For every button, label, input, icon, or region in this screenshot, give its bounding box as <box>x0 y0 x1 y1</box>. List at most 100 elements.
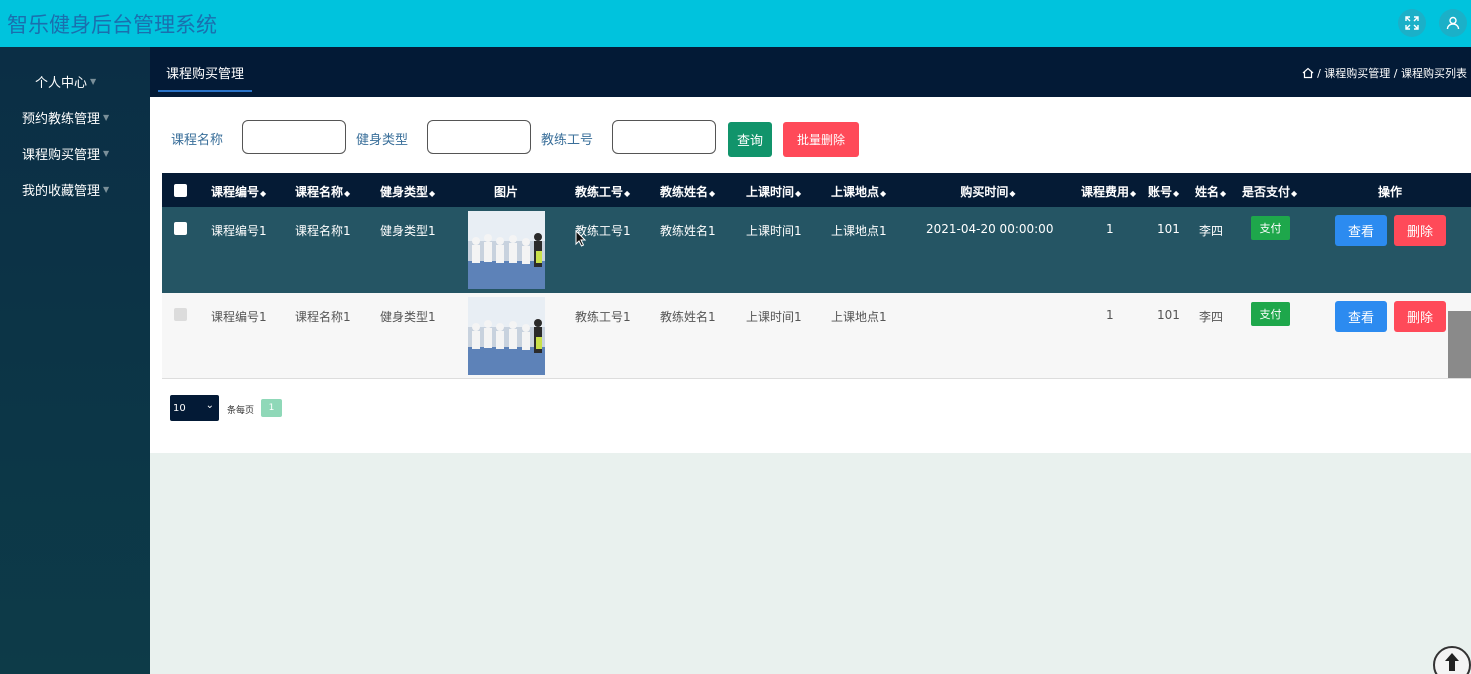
chevron-down-icon: ▼ <box>103 112 110 122</box>
sort-icon: ◆ <box>429 189 436 198</box>
chevron-down-icon: ▼ <box>103 148 110 158</box>
status-badge-paid: 支付 <box>1251 302 1290 326</box>
sidebar-item-label: 我的收藏管理 <box>22 183 101 199</box>
table-header: 课程编号◆ 课程名称◆ 健身类型◆ 图片 教练工号◆ 教练姓名◆ 上课时间◆ 上… <box>162 173 1471 207</box>
tab-course-purchase[interactable]: 课程购买管理 <box>158 63 253 92</box>
breadcrumb-text: / 课程购买管理 / 课程购买列表 <box>1317 67 1467 80</box>
sort-icon: ◆ <box>1130 189 1137 198</box>
cell-fitness-type: 健身类型1 <box>380 310 436 324</box>
sidebar-item-label: 个人中心 <box>35 75 88 91</box>
cell-fitness-type: 健身类型1 <box>380 224 436 238</box>
fullscreen-button[interactable] <box>1398 9 1426 37</box>
sidebar-item-label: 课程购买管理 <box>22 147 101 163</box>
header-purchase-time[interactable]: 购买时间◆ <box>960 183 1015 200</box>
home-icon[interactable] <box>1302 67 1314 79</box>
cell-account: 101 <box>1157 308 1180 322</box>
sidebar-item-favorites[interactable]: 我的收藏管理 ▼ <box>0 171 150 207</box>
app-title: 智乐健身后台管理系统 <box>7 13 217 37</box>
cell-course-no: 课程编号1 <box>211 224 267 238</box>
header-paid[interactable]: 是否支付◆ <box>1242 183 1297 200</box>
sub-header: 课程购买管理 / 课程购买管理 / 课程购买列表 <box>150 47 1471 97</box>
user-icon <box>1446 16 1460 30</box>
page-size-value: 10 <box>173 402 186 414</box>
table-scrollbar[interactable] <box>1448 311 1471 378</box>
course-name-input[interactable] <box>242 120 346 154</box>
coach-id-label: 教练工号 <box>541 133 594 148</box>
header-coach-name[interactable]: 教练姓名◆ <box>660 183 715 200</box>
header-image: 图片 <box>493 185 519 199</box>
cell-class-time: 上课时间1 <box>746 224 802 238</box>
cell-coach-name: 教练姓名1 <box>660 310 716 324</box>
delete-button[interactable]: 删除 <box>1394 301 1446 332</box>
chevron-down-icon: ▼ <box>103 184 110 194</box>
back-to-top-button[interactable] <box>1433 646 1471 674</box>
view-button[interactable]: 查看 <box>1335 301 1387 332</box>
sort-icon: ◆ <box>709 189 716 198</box>
page-button-current[interactable]: 1 <box>261 399 282 417</box>
mouse-cursor-icon <box>575 230 587 247</box>
sort-icon: ◆ <box>880 189 887 198</box>
sort-icon: ◆ <box>260 189 267 198</box>
course-image <box>468 297 545 375</box>
header-location[interactable]: 上课地点◆ <box>831 183 886 200</box>
chevron-down-icon: ▼ <box>90 76 97 86</box>
sidebar-item-personal-center[interactable]: 个人中心 ▼ <box>0 63 150 99</box>
cell-name: 李四 <box>1199 224 1224 238</box>
cell-purchase-time: 2021-04-20 00:00:00 <box>926 222 1054 236</box>
cell-name: 李四 <box>1199 310 1224 324</box>
sidebar-item-coach-booking[interactable]: 预约教练管理 ▼ <box>0 99 150 135</box>
header-fitness-type[interactable]: 健身类型◆ <box>380 183 435 200</box>
arrow-up-icon <box>1445 653 1459 671</box>
cell-coach-id: 教练工号1 <box>575 310 631 324</box>
batch-delete-button[interactable]: 批量删除 <box>783 122 859 157</box>
cell-course-name: 课程名称1 <box>295 310 351 324</box>
select-all-checkbox[interactable] <box>174 184 187 197</box>
page-size-select[interactable]: 10 ⌄ <box>170 395 219 421</box>
coach-id-input[interactable] <box>612 120 716 154</box>
sidebar: 个人中心 ▼ 预约教练管理 ▼ 课程购买管理 ▼ 我的收藏管理 ▼ <box>0 47 150 674</box>
header-account[interactable]: 账号◆ <box>1148 183 1179 200</box>
breadcrumb: / 课程购买管理 / 课程购买列表 <box>1302 65 1467 81</box>
query-button[interactable]: 查询 <box>728 122 772 157</box>
sidebar-item-label: 预约教练管理 <box>22 111 101 127</box>
cell-account: 101 <box>1157 222 1180 236</box>
main-panel: 课程名称 健身类型 教练工号 查询 批量删除 课程编号◆ 课程名称◆ 健身类型◆… <box>150 97 1471 453</box>
cell-location: 上课地点1 <box>831 224 887 238</box>
header-name[interactable]: 姓名◆ <box>1195 183 1226 200</box>
header-course-no[interactable]: 课程编号◆ <box>211 183 266 200</box>
top-bar: 智乐健身后台管理系统 <box>0 0 1471 47</box>
cell-class-time: 上课时间1 <box>746 310 802 324</box>
expand-icon <box>1405 16 1419 30</box>
course-name-label: 课程名称 <box>171 133 224 148</box>
cell-course-name: 课程名称1 <box>295 224 351 238</box>
header-actions: 操作 <box>1377 185 1403 199</box>
cell-coach-name: 教练姓名1 <box>660 224 716 238</box>
sort-icon: ◆ <box>344 189 351 198</box>
header-class-time[interactable]: 上课时间◆ <box>746 183 801 200</box>
cell-course-no: 课程编号1 <box>211 310 267 324</box>
sort-icon: ◆ <box>795 189 802 198</box>
sort-icon: ◆ <box>624 189 631 198</box>
fitness-type-label: 健身类型 <box>356 133 409 148</box>
row-checkbox[interactable] <box>174 308 187 321</box>
row-checkbox[interactable] <box>174 222 187 235</box>
sort-icon: ◆ <box>1173 189 1180 198</box>
cell-fee: 1 <box>1106 222 1114 236</box>
course-image <box>468 211 545 289</box>
table-row[interactable]: 课程编号1 课程名称1 健身类型1 教练工号1 教练姓名1 上课时间1 上课地点… <box>162 207 1471 293</box>
view-button[interactable]: 查看 <box>1335 215 1387 246</box>
table-row[interactable]: 课程编号1 课程名称1 健身类型1 教练工号1 教练姓名1 上课时间1 上课地点… <box>162 293 1471 379</box>
sort-icon: ◆ <box>1009 189 1016 198</box>
header-fee[interactable]: 课程费用◆ <box>1081 183 1136 200</box>
user-button[interactable] <box>1439 9 1467 37</box>
cell-location: 上课地点1 <box>831 310 887 324</box>
cell-fee: 1 <box>1106 308 1114 322</box>
header-course-name[interactable]: 课程名称◆ <box>295 183 350 200</box>
per-page-label: 条每页 <box>227 406 255 416</box>
header-coach-id[interactable]: 教练工号◆ <box>575 183 630 200</box>
status-badge-paid: 支付 <box>1251 216 1290 240</box>
chevron-down-icon: ⌄ <box>205 400 214 411</box>
delete-button[interactable]: 删除 <box>1394 215 1446 246</box>
fitness-type-input[interactable] <box>427 120 531 154</box>
sidebar-item-course-purchase[interactable]: 课程购买管理 ▼ <box>0 135 150 171</box>
